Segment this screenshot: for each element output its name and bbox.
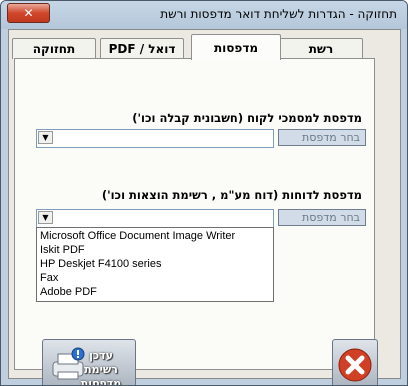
printers-panel: מדפסת למסמכי לקוח (חשבונית קבלה וכו') בח… xyxy=(14,58,378,385)
list-item[interactable]: Adobe PDF xyxy=(37,285,273,299)
client-docs-select-printer-button[interactable]: בחר מדפסת xyxy=(278,129,366,146)
tab-email-pdf[interactable]: דואל / PDF xyxy=(100,38,184,59)
list-item[interactable]: HP Deskjet F4100 series xyxy=(37,257,273,271)
settings-window: ✕ תחזוקה - הגדרות לשליחת דואר מדפסות ורש… xyxy=(0,0,408,386)
window-title: תחזוקה - הגדרות לשליחת דואר מדפסות ורשת xyxy=(160,7,397,21)
chevron-down-icon[interactable]: ▼ xyxy=(38,131,53,144)
window-client-area: רשת מדפסות דואל / PDF תחזוקה מדפסת למסמכ… xyxy=(8,29,401,385)
close-icon xyxy=(338,348,372,382)
list-item[interactable]: Microsoft Office Document Image Writer xyxy=(37,229,273,243)
update-printer-list-label: עדכן רשימת מדפסות xyxy=(80,349,122,386)
update-printer-list-button[interactable]: עדכן רשימת מדפסות xyxy=(42,339,136,386)
client-docs-printer-combo[interactable]: ▼ xyxy=(36,129,274,148)
chevron-down-icon[interactable]: ▼ xyxy=(38,211,53,224)
list-item[interactable]: Iskit PDF xyxy=(37,243,273,257)
reports-printer-label: מדפסת לדוחות (דוח מע"מ , רשימת הוצאות וכ… xyxy=(101,188,362,202)
reports-select-printer-button[interactable]: בחר מדפסת xyxy=(278,209,366,226)
tab-maintenance[interactable]: תחזוקה xyxy=(12,38,96,59)
printer-dropdown-list: Microsoft Office Document Image Writer I… xyxy=(36,227,274,302)
list-item[interactable]: Fax xyxy=(37,271,273,285)
title-bar[interactable]: ✕ תחזוקה - הגדרות לשליחת דואר מדפסות ורש… xyxy=(1,1,407,29)
tab-strip: רשת מדפסות דואל / PDF תחזוקה xyxy=(9,30,400,60)
client-docs-printer-label: מדפסת למסמכי לקוח (חשבונית קבלה וכו') xyxy=(132,111,362,125)
close-icon: ✕ xyxy=(23,6,34,20)
tab-network[interactable]: רשת xyxy=(279,38,363,59)
reports-printer-combo[interactable]: ▼ xyxy=(36,209,274,228)
exit-button[interactable] xyxy=(332,339,378,385)
tab-printers[interactable]: מדפסות xyxy=(191,34,281,60)
window-close-button[interactable]: ✕ xyxy=(7,3,50,23)
